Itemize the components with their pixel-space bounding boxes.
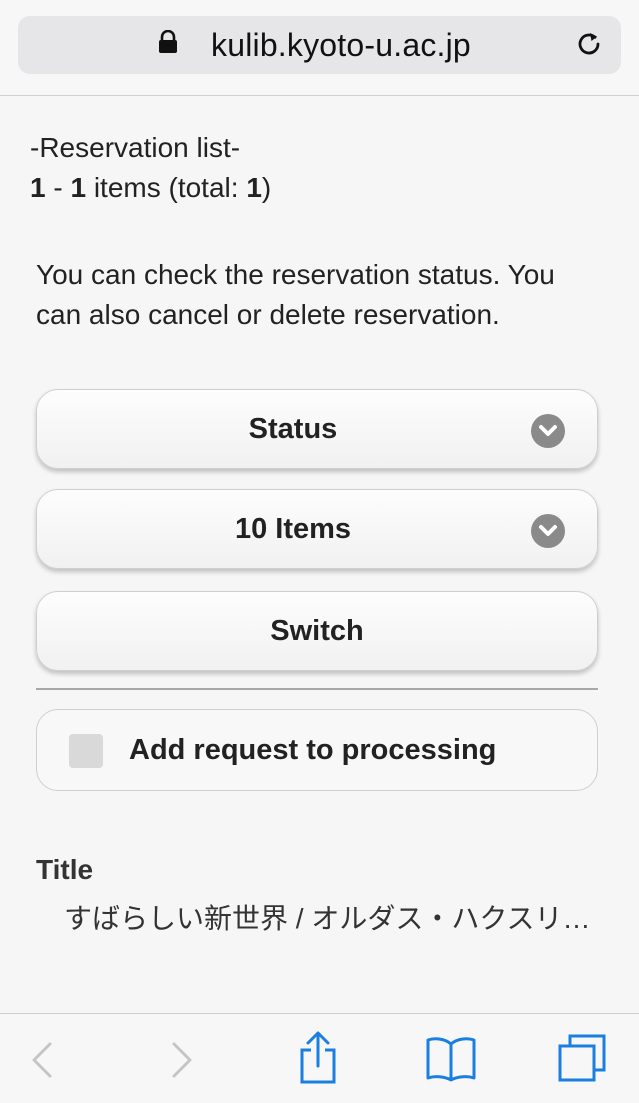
count-mid: items (total: bbox=[86, 172, 247, 203]
share-icon[interactable] bbox=[296, 1030, 340, 1086]
switch-button[interactable]: Switch bbox=[36, 591, 598, 671]
back-icon[interactable] bbox=[28, 1040, 56, 1080]
range-end: 1 bbox=[70, 172, 87, 203]
lock-icon bbox=[159, 30, 177, 53]
items-per-page-select[interactable]: 10 Items bbox=[36, 489, 598, 569]
bookmarks-icon[interactable] bbox=[424, 1034, 478, 1082]
browser-bottom-toolbar bbox=[0, 1013, 639, 1103]
status-select-label: Status bbox=[248, 412, 338, 445]
reservation-list-heading: -Reservation list- bbox=[30, 132, 241, 163]
address-bar[interactable]: kulib.kyoto-u.ac.jp bbox=[18, 16, 621, 74]
reservation-description: You can check the reservation status. Yo… bbox=[36, 259, 555, 330]
page-content: -Reservation list- 1 - 1 items (total: 1… bbox=[0, 97, 639, 1013]
browser-top-bar: kulib.kyoto-u.ac.jp bbox=[0, 0, 639, 96]
range-start: 1 bbox=[30, 172, 46, 203]
item-count: 1 - 1 items (total: 1) bbox=[30, 171, 271, 205]
range-sep: - bbox=[45, 172, 71, 203]
url-text[interactable]: kulib.kyoto-u.ac.jp bbox=[211, 27, 471, 63]
add-request-checkbox-row[interactable]: Add request to processing bbox=[36, 709, 598, 791]
total-count: 1 bbox=[246, 172, 262, 203]
forward-icon[interactable] bbox=[168, 1040, 196, 1080]
divider bbox=[36, 688, 598, 690]
tabs-icon[interactable] bbox=[556, 1032, 608, 1084]
chevron-down-icon bbox=[531, 414, 565, 448]
add-request-checkbox[interactable] bbox=[69, 734, 103, 768]
add-request-label: Add request to processing bbox=[129, 734, 497, 766]
status-select[interactable]: Status bbox=[36, 389, 598, 469]
count-close: ) bbox=[261, 172, 272, 203]
title-value[interactable]: すばらしい新世界 / オルダス・ハクスリ… bbox=[36, 893, 596, 945]
title-label: Title bbox=[36, 854, 94, 885]
items-select-label: 10 Items bbox=[234, 512, 352, 545]
reload-icon[interactable] bbox=[576, 30, 604, 58]
switch-button-label: Switch bbox=[270, 614, 364, 647]
chevron-down-icon bbox=[531, 514, 565, 548]
